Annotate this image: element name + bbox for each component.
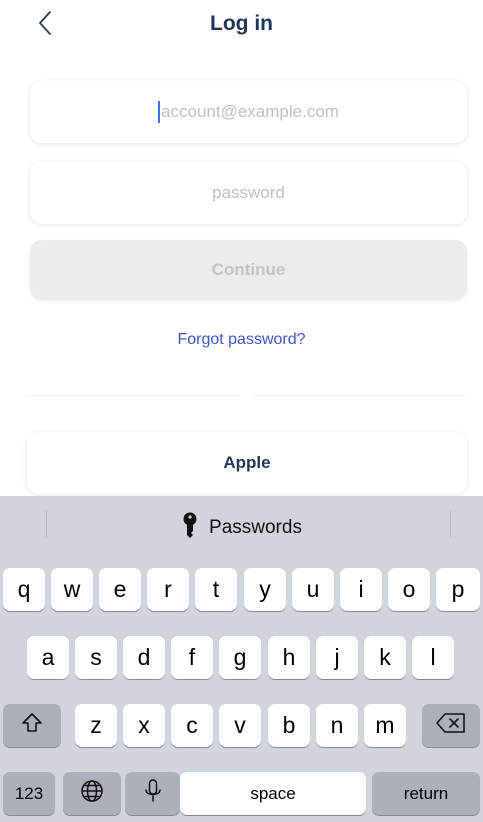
key-u[interactable]: u <box>292 568 334 611</box>
keyboard: Passwords q w e r t y u i o p a s d f g … <box>0 496 483 822</box>
key-p[interactable]: p <box>436 568 480 611</box>
page-title: Log in <box>210 12 273 35</box>
key-h[interactable]: h <box>268 636 310 679</box>
key-b[interactable]: b <box>268 704 310 747</box>
passwords-label: Passwords <box>209 517 302 538</box>
password-placeholder: password <box>212 183 285 202</box>
divider-right <box>253 395 467 396</box>
key-m[interactable]: m <box>364 704 406 747</box>
numbers-key[interactable]: 123 <box>3 772 55 815</box>
continue-button[interactable]: Continue <box>30 240 467 300</box>
key-s[interactable]: s <box>75 636 117 679</box>
space-key[interactable]: space <box>180 772 366 815</box>
password-field[interactable]: password <box>30 162 467 224</box>
backspace-icon <box>436 712 466 740</box>
key-c[interactable]: c <box>171 704 213 747</box>
keyboard-suggestion-bar: Passwords <box>0 496 483 556</box>
key-e[interactable]: e <box>99 568 141 611</box>
key-k[interactable]: k <box>364 636 406 679</box>
key-icon <box>181 512 209 544</box>
email-field[interactable]: account@example.com <box>30 81 467 143</box>
dictation-key[interactable] <box>125 772 180 815</box>
key-v[interactable]: v <box>219 704 261 747</box>
key-o[interactable]: o <box>388 568 430 611</box>
globe-icon <box>80 779 104 809</box>
passwords-button[interactable]: Passwords <box>0 512 483 544</box>
forgot-password-link[interactable]: Forgot password? <box>0 331 483 349</box>
shift-key[interactable] <box>3 704 61 747</box>
key-q[interactable]: q <box>3 568 45 611</box>
key-w[interactable]: w <box>51 568 93 611</box>
key-i[interactable]: i <box>340 568 382 611</box>
key-t[interactable]: t <box>195 568 237 611</box>
header: Log in <box>0 0 483 55</box>
key-z[interactable]: z <box>75 704 117 747</box>
key-g[interactable]: g <box>219 636 261 679</box>
key-r[interactable]: r <box>147 568 189 611</box>
delete-key[interactable] <box>422 704 480 747</box>
return-key[interactable]: return <box>372 772 480 815</box>
shift-icon <box>21 712 43 740</box>
apple-signin-button[interactable]: Apple <box>27 432 467 494</box>
key-n[interactable]: n <box>316 704 358 747</box>
key-j[interactable]: j <box>316 636 358 679</box>
key-a[interactable]: a <box>27 636 69 679</box>
key-f[interactable]: f <box>171 636 213 679</box>
key-l[interactable]: l <box>412 636 454 679</box>
globe-key[interactable] <box>63 772 121 815</box>
email-placeholder: account@example.com <box>161 102 339 121</box>
key-y[interactable]: y <box>244 568 286 611</box>
divider-left <box>28 395 240 396</box>
microphone-icon <box>144 778 162 809</box>
key-x[interactable]: x <box>123 704 165 747</box>
key-d[interactable]: d <box>123 636 165 679</box>
text-caret <box>158 101 161 123</box>
